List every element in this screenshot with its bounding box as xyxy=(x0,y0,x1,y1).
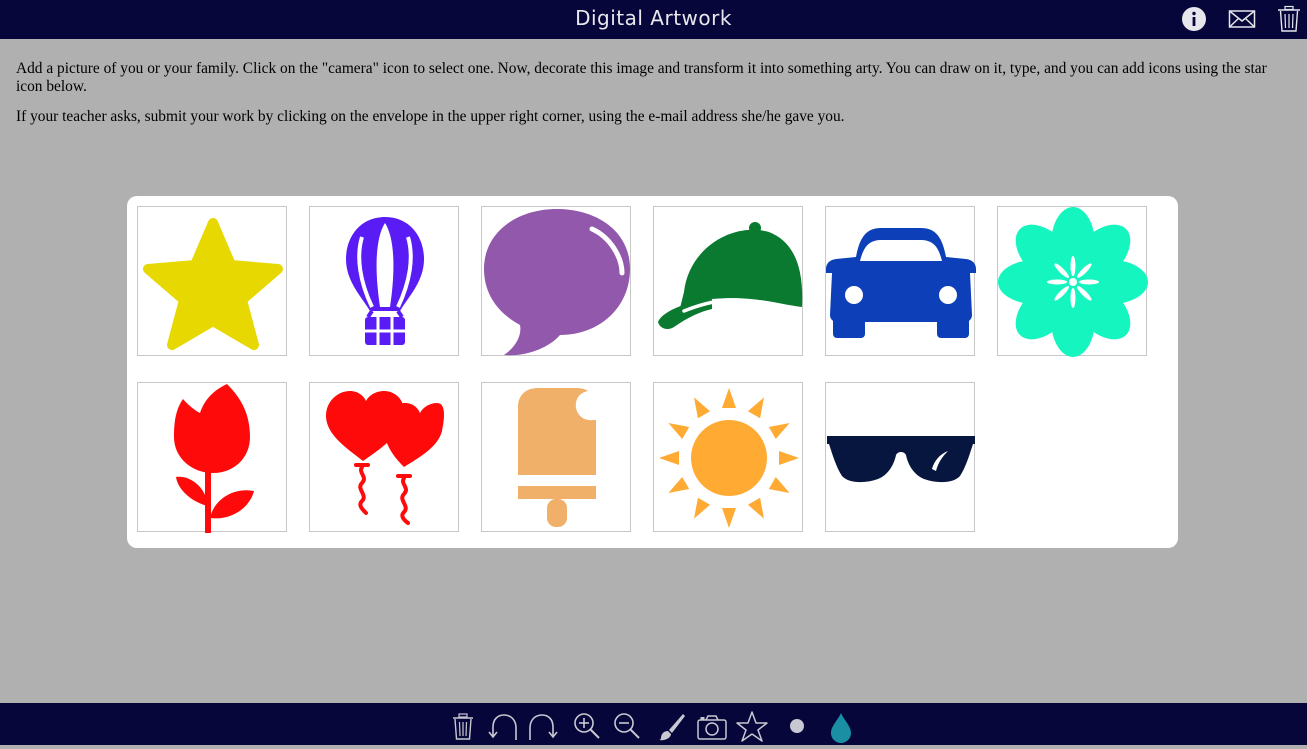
brush-button[interactable] xyxy=(655,710,689,744)
zoom-out-icon xyxy=(614,713,640,739)
email-button[interactable] xyxy=(1228,5,1256,33)
info-button[interactable] xyxy=(1180,5,1208,33)
zoom-out-button[interactable] xyxy=(610,710,644,744)
brush-icon xyxy=(659,714,685,741)
icon-tile-hot-air-balloon[interactable] xyxy=(309,206,459,356)
app-title: Digital Artwork xyxy=(575,6,732,30)
instructions-paragraph-2: If your teacher asks, submit your work b… xyxy=(16,108,845,125)
trash-icon xyxy=(453,713,473,740)
icon-tile-sunglasses[interactable] xyxy=(825,382,975,532)
color-drop-icon xyxy=(831,713,851,743)
icon-tile-flower[interactable] xyxy=(997,206,1148,357)
instructions-paragraph-1: Add a picture of you or your family. Cli… xyxy=(16,60,1267,95)
star-outline-icon xyxy=(736,711,768,742)
car-icon xyxy=(826,228,976,338)
tulip-icon xyxy=(174,384,254,533)
icon-tile-heart-balloons[interactable] xyxy=(309,382,459,532)
heart-balloons-icon xyxy=(326,391,445,525)
undo-icon xyxy=(488,714,517,740)
redo-icon xyxy=(529,714,558,740)
undo-button[interactable] xyxy=(486,710,520,744)
clear-all-button[interactable] xyxy=(1275,5,1303,33)
icon-tile-baseball-cap[interactable] xyxy=(653,206,803,356)
popsicle-icon xyxy=(518,388,596,527)
speech-bubble-icon xyxy=(484,209,630,356)
sun-icon xyxy=(659,388,799,528)
redo-button[interactable] xyxy=(526,710,560,744)
icon-tile-popsicle[interactable] xyxy=(481,382,631,532)
envelope-icon xyxy=(1228,10,1256,28)
color-picker-button[interactable] xyxy=(824,710,858,744)
camera-icon xyxy=(697,715,727,740)
brush-size-dot-icon xyxy=(790,719,804,733)
hot-air-balloon-icon xyxy=(346,217,424,345)
sunglasses-icon xyxy=(827,436,975,483)
icon-tile-tulip[interactable] xyxy=(137,382,287,533)
instructions: Add a picture of you or your family. Cli… xyxy=(16,60,1296,138)
brush-size-button[interactable] xyxy=(780,710,814,744)
bottom-toolbar xyxy=(0,703,1307,745)
icon-tile-car[interactable] xyxy=(825,206,976,356)
title-bar: Digital Artwork xyxy=(0,0,1307,39)
baseball-cap-icon xyxy=(658,222,803,330)
flower-icon xyxy=(998,207,1148,357)
zoom-in-button[interactable] xyxy=(570,710,604,744)
trash-icon xyxy=(1278,5,1300,32)
icon-tile-star[interactable] xyxy=(137,206,287,356)
star-icon xyxy=(143,218,283,350)
camera-button[interactable] xyxy=(695,710,729,744)
icon-picker-panel xyxy=(127,196,1178,548)
icon-tile-sun[interactable] xyxy=(653,382,803,532)
toolbar-delete-button[interactable] xyxy=(446,710,480,744)
zoom-in-icon xyxy=(574,713,600,739)
icon-tile-speech-bubble[interactable] xyxy=(481,206,631,356)
info-icon xyxy=(1182,7,1206,31)
add-icon-button[interactable] xyxy=(735,710,769,744)
